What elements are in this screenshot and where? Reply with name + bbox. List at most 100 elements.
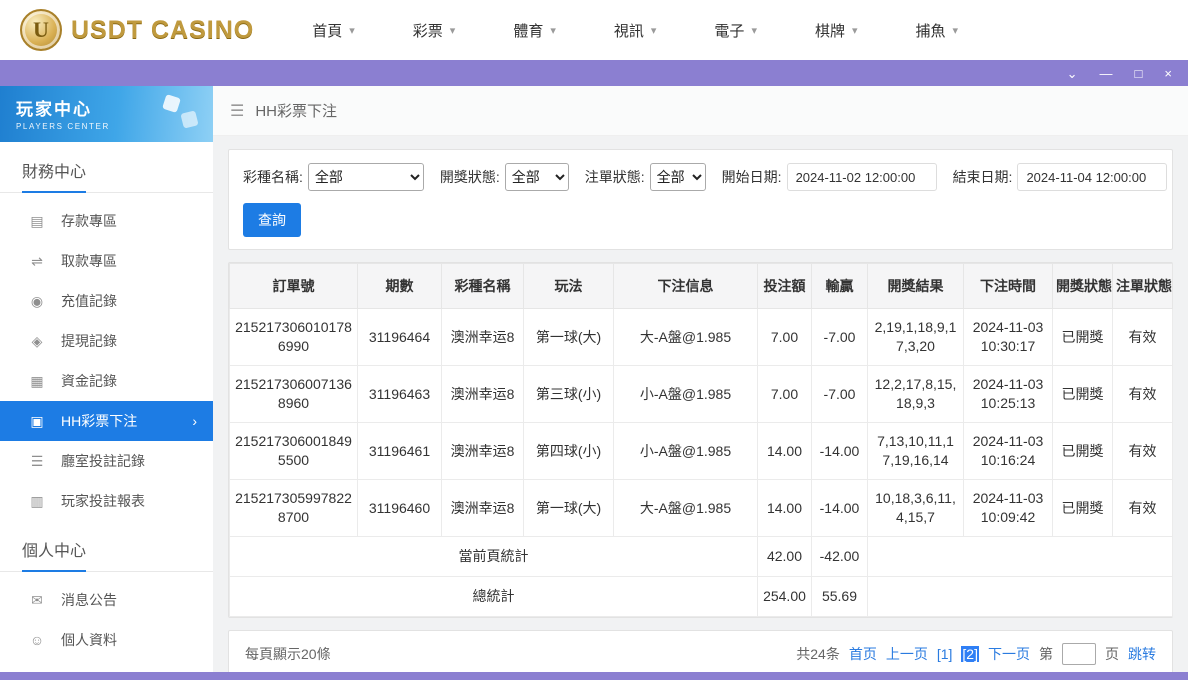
col-win-loss: 輸贏 [812,264,868,309]
chevron-down-icon: ▾ [852,24,858,37]
jump-button[interactable]: 跳转 [1128,644,1156,664]
cell-play: 第一球(大) [524,309,614,366]
cell-bet-info: 小-A盤@1.985 [614,423,758,480]
nav-item-cards[interactable]: 棋牌▾ [815,20,858,41]
cell-lottery: 澳洲幸运8 [442,480,524,537]
page-summary-row: 當前頁統計 42.00 -42.00 [230,537,1173,577]
nav-item-lottery[interactable]: 彩票▾ [413,20,456,41]
nav-label: 捕魚 [916,20,946,41]
page-summary-amount: 42.00 [758,537,812,577]
chevron-down-icon: ▾ [751,24,757,37]
cell-order-no: 2152173060071368960 [230,366,358,423]
page-1-link[interactable]: [1] [937,646,953,662]
sidebar-item-hall-bet-records[interactable]: ☰ 廳室投註記錄 [0,441,213,481]
filter-lottery-name: 彩種名稱: 全部 [243,163,424,191]
cell-lottery: 澳洲幸运8 [442,309,524,366]
sidebar-item-withdraw[interactable]: ⇌ 取款專區 [0,241,213,281]
player-report-icon: ▥ [28,493,46,510]
sidebar-item-label: 消息公告 [61,590,117,610]
total-summary-label: 總統計 [230,577,758,617]
minimize-icon[interactable]: — [1100,67,1113,80]
cell-order-no: 2152173059978228700 [230,480,358,537]
sidebar-item-deposit[interactable]: ▤ 存款專區 [0,201,213,241]
withdrawal-record-icon: ◈ [28,333,46,350]
col-period: 期數 [358,264,442,309]
col-bet-time: 下注時間 [964,264,1053,309]
sidebar-item-fund-records[interactable]: ▦ 資金記錄 [0,361,213,401]
jump-page-input[interactable] [1062,643,1096,665]
cell-result: 2,19,1,18,9,17,3,20 [868,309,964,366]
nav-label: 彩票 [413,20,443,41]
nav-item-fishing[interactable]: 捕魚 ▾ [916,20,959,41]
section-title-finance: 財務中心 [0,142,213,193]
hamburger-icon[interactable]: ☰ [230,101,244,121]
cell-play: 第三球(小) [524,366,614,423]
table-row: 2152173060071368960 31196463 澳洲幸运8 第三球(小… [230,366,1173,423]
table-row: 2152173060101786990 31196464 澳洲幸运8 第一球(大… [230,309,1173,366]
cell-result: 12,2,17,8,15,18,9,3 [868,366,964,423]
col-draw-status: 開獎狀態 [1053,264,1113,309]
sidebar-item-announcements[interactable]: ✉ 消息公告 [0,580,213,620]
prev-page-link[interactable]: 上一页 [886,644,928,664]
sidebar-item-label: 存款專區 [61,211,117,231]
cell-result: 7,13,10,11,17,19,16,14 [868,423,964,480]
nav-item-sports[interactable]: 體育▾ [513,20,556,41]
sidebar-item-recharge-records[interactable]: ◉ 充值記錄 [0,281,213,321]
page-title: HH彩票下注 [255,100,337,121]
col-bet-info: 下注信息 [614,264,758,309]
withdraw-icon: ⇌ [28,253,46,270]
cell-amount: 14.00 [758,423,812,480]
filter-label: 開獎狀態: [440,167,500,187]
table-row: 2152173060018495500 31196461 澳洲幸运8 第四球(小… [230,423,1173,480]
cell-bet-info: 大-A盤@1.985 [614,480,758,537]
cell-order-no: 2152173060018495500 [230,423,358,480]
filter-label: 彩種名稱: [243,167,303,187]
nav-item-home[interactable]: 首頁▾ [312,20,355,41]
chevron-down-icon: ▾ [953,24,959,37]
table-header-row: 訂單號 期數 彩種名稱 玩法 下注信息 投注額 輸贏 開獎結果 下注時間 開獎狀… [230,264,1173,309]
filter-end-date: 結束日期: [953,163,1168,191]
total-summary-empty [868,577,1173,617]
cell-result: 10,18,3,6,11,4,15,7 [868,480,964,537]
maximize-icon[interactable]: □ [1135,67,1143,80]
sidebar-item-withdrawal-records[interactable]: ◈ 提現記錄 [0,321,213,361]
cell-win-loss: -14.00 [812,480,868,537]
page-size-text: 每頁顯示20條 [245,644,331,664]
main-area: ☰ HH彩票下注 彩種名稱: 全部 開獎狀態: 全部 [213,86,1188,680]
sidebar-item-profile[interactable]: ☺ 個人資料 [0,620,213,660]
filter-label: 結束日期: [953,167,1013,187]
search-button[interactable]: 查詢 [243,203,301,237]
sidebar-item-hh-lottery-bets[interactable]: ▣ HH彩票下注 › [0,401,213,441]
cell-play: 第一球(大) [524,480,614,537]
cell-order-status: 有效 [1113,309,1173,366]
cell-order-status: 有效 [1113,480,1173,537]
end-date-input[interactable] [1017,163,1167,191]
window-title-bar: ⌄ — □ × [0,60,1188,86]
jump-prefix: 第 [1039,644,1053,664]
start-date-input[interactable] [787,163,937,191]
sidebar-header: 玩家中心 PLAYERS CENTER [0,86,213,142]
bets-table: 訂單號 期數 彩種名稱 玩法 下注信息 投注額 輸贏 開獎結果 下注時間 開獎狀… [229,263,1173,617]
next-page-link[interactable]: 下一页 [988,644,1030,664]
first-page-link[interactable]: 首页 [849,644,877,664]
cell-bet-info: 大-A盤@1.985 [614,309,758,366]
total-summary-row: 總統計 254.00 55.69 [230,577,1173,617]
collapse-icon[interactable]: ⌄ [1067,67,1078,80]
page-summary-empty [868,537,1173,577]
cell-draw-status: 已開獎 [1053,309,1113,366]
chevron-down-icon: ▾ [550,24,556,37]
order-status-select[interactable]: 全部 [650,163,706,191]
cell-period: 31196464 [358,309,442,366]
sidebar-item-player-bet-report[interactable]: ▥ 玩家投註報表 [0,481,213,521]
lottery-name-select[interactable]: 全部 [308,163,424,191]
filter-order-status: 注單狀態: 全部 [585,163,706,191]
total-summary-win-loss: 55.69 [812,577,868,617]
col-play: 玩法 [524,264,614,309]
draw-status-select[interactable]: 全部 [505,163,569,191]
cell-play: 第四球(小) [524,423,614,480]
cell-amount: 14.00 [758,480,812,537]
nav-item-video[interactable]: 視訊▾ [614,20,657,41]
page-2-current[interactable]: [2] [961,646,979,662]
close-icon[interactable]: × [1164,67,1172,80]
nav-item-slots[interactable]: 電子▾ [714,20,757,41]
